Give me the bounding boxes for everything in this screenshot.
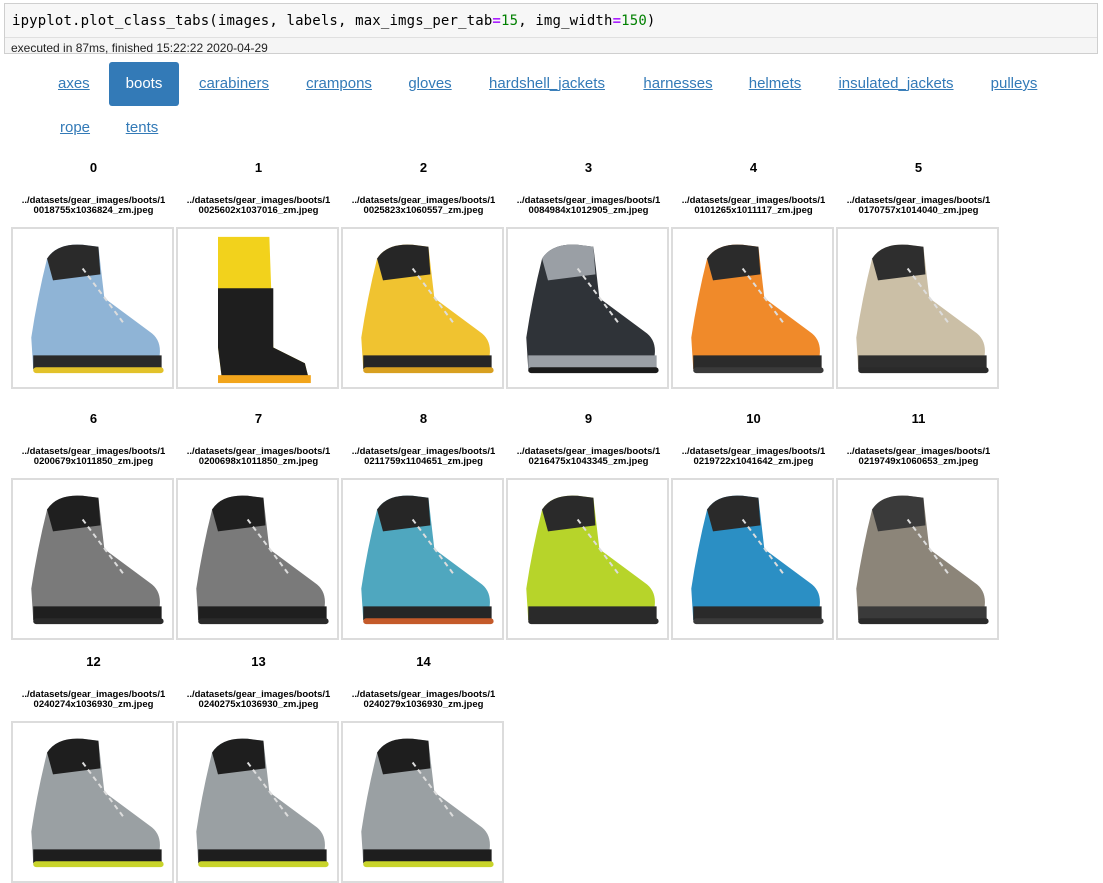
boot-image [11, 721, 174, 883]
image-index-label: 8 [419, 411, 428, 426]
image-index-label: 2 [419, 160, 428, 175]
boot-image [836, 478, 999, 640]
tab-rope[interactable]: rope [52, 106, 98, 150]
image-index-label: 11 [911, 411, 926, 426]
image-path-label: ../datasets/gear_images/boots/10170757x1… [846, 195, 991, 216]
image-path-label: ../datasets/gear_images/boots/10200698x1… [186, 446, 331, 467]
image-path-label: ../datasets/gear_images/boots/10200679x1… [21, 446, 166, 467]
tab-helmets[interactable]: helmets [740, 62, 810, 106]
image-path-label: ../datasets/gear_images/boots/10018755x1… [21, 195, 166, 216]
image-path-label: ../datasets/gear_images/boots/10219749x1… [846, 446, 991, 467]
tab-pulleys[interactable]: pulleys [983, 62, 1045, 106]
image-path-label: ../datasets/gear_images/boots/10216475x1… [516, 446, 661, 467]
code-number: 150 [621, 13, 647, 29]
code-number: 15 [501, 13, 519, 29]
image-gallery: 0 ../datasets/gear_images/boots/10018755x… [0, 0, 1103, 883]
boot-image [671, 227, 834, 389]
tab-axes[interactable]: axes [58, 62, 90, 106]
code-call: ipyplot.plot_class_tabs(images, labels, … [12, 13, 493, 29]
image-index-label: 3 [584, 160, 593, 175]
code-input[interactable]: ipyplot.plot_class_tabs(images, labels, … [5, 4, 1097, 37]
image-index-label: 0 [89, 160, 98, 175]
image-path-label: ../datasets/gear_images/boots/10219722x1… [681, 446, 826, 467]
image-path-label: ../datasets/gear_images/boots/10025602x1… [186, 195, 331, 216]
image-index-label: 5 [914, 160, 923, 175]
tab-hardshell-jackets[interactable]: hardshell_jackets [480, 62, 614, 106]
code-close-paren: ) [646, 13, 656, 29]
tab-tents[interactable]: tents [120, 106, 164, 150]
boot-image [341, 478, 504, 640]
code-operator: = [612, 13, 622, 29]
image-index-label: 10 [746, 411, 761, 426]
tab-boots[interactable]: boots [109, 62, 179, 106]
tab-crampons[interactable]: crampons [299, 62, 379, 106]
execution-info: executed in 87ms, finished 15:22:22 2020… [5, 37, 1097, 55]
boot-image [836, 227, 999, 389]
code-cell[interactable]: ipyplot.plot_class_tabs(images, labels, … [4, 3, 1098, 55]
image-path-label: ../datasets/gear_images/boots/10084984x1… [516, 195, 661, 216]
tab-insulated-jackets[interactable]: insulated_jackets [829, 62, 963, 106]
tab-harnesses[interactable]: harnesses [634, 62, 722, 106]
image-index-label: 13 [251, 654, 266, 669]
boot-image [176, 227, 339, 389]
boot-image [341, 227, 504, 389]
boot-image [11, 227, 174, 389]
image-index-label: 7 [254, 411, 263, 426]
image-path-label: ../datasets/gear_images/boots/10025823x1… [351, 195, 496, 216]
boot-image [506, 478, 669, 640]
image-index-label: 4 [749, 160, 758, 175]
image-path-label: ../datasets/gear_images/boots/10240275x1… [186, 689, 331, 710]
boot-image [671, 478, 834, 640]
boot-image [506, 227, 669, 389]
image-index-label: 14 [416, 654, 431, 669]
image-index-label: 1 [254, 160, 263, 175]
code-operator: = [492, 13, 502, 29]
image-index-label: 6 [89, 411, 98, 426]
tab-carabiners[interactable]: carabiners [190, 62, 278, 106]
tab-gloves[interactable]: gloves [400, 62, 460, 106]
image-path-label: ../datasets/gear_images/boots/10240279x1… [351, 689, 496, 710]
boot-image [176, 478, 339, 640]
image-index-label: 12 [86, 654, 101, 669]
image-index-label: 9 [584, 411, 593, 426]
boot-image [11, 478, 174, 640]
image-path-label: ../datasets/gear_images/boots/10240274x1… [21, 689, 166, 710]
boot-image [341, 721, 504, 883]
image-path-label: ../datasets/gear_images/boots/10101265x1… [681, 195, 826, 216]
boot-image [176, 721, 339, 883]
code-arg: , img_width [518, 13, 613, 29]
image-path-label: ../datasets/gear_images/boots/10211759x1… [351, 446, 496, 467]
